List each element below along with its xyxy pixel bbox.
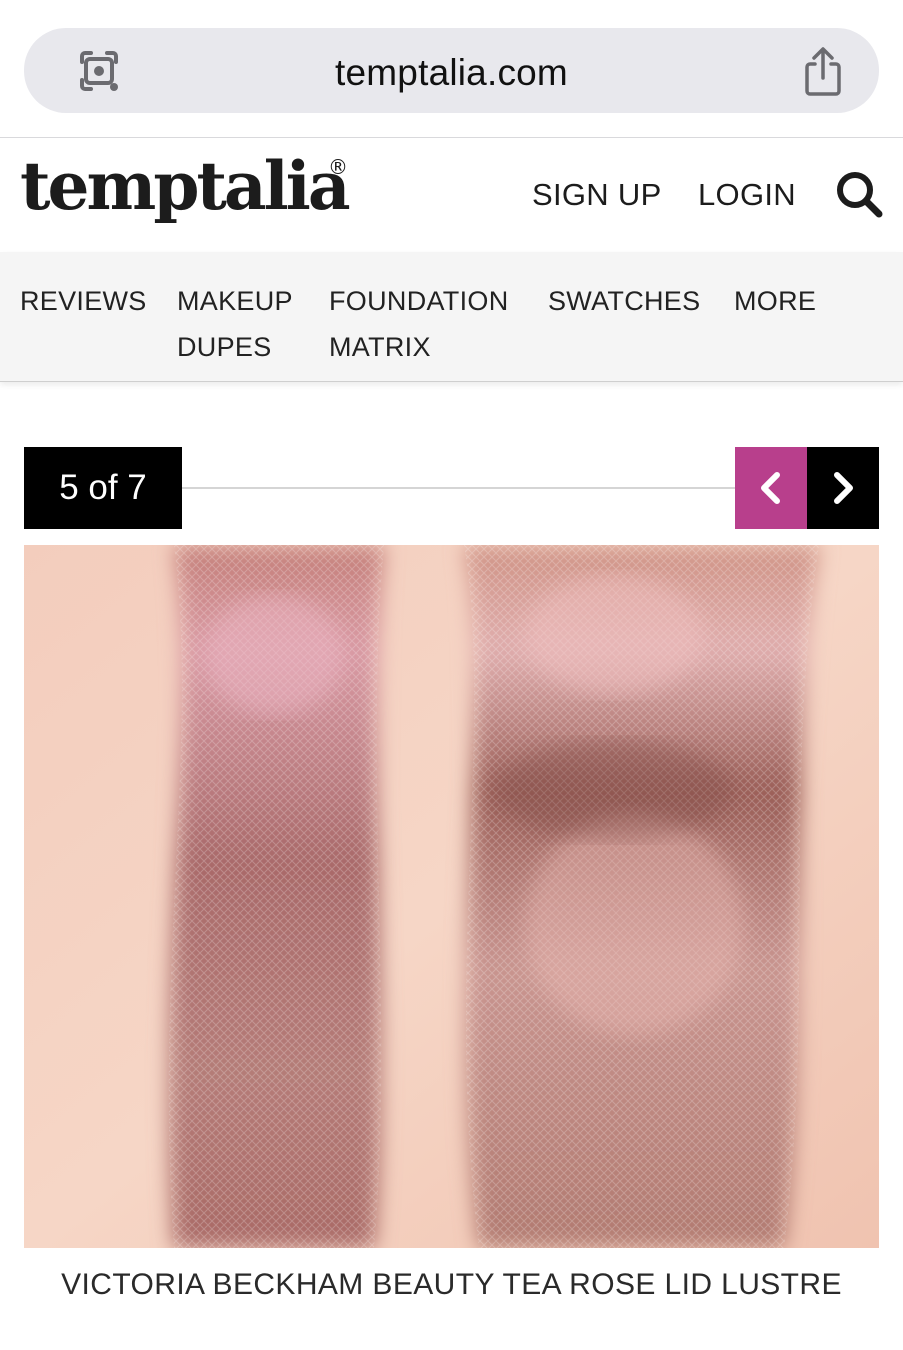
nav-item-label: SWATCHES [548,286,701,316]
gallery-next-button[interactable] [807,447,879,529]
nav-item-label: FOUNDATION [329,286,509,316]
nav-item-more[interactable]: MORE [734,278,816,324]
address-bar[interactable]: temptalia.com [24,28,879,113]
nav-item-label: MORE [734,286,817,316]
gallery-divider [182,487,736,489]
sign-up-link[interactable]: SIGN UP [532,177,662,213]
browser-toolbar: temptalia.com [0,0,903,138]
share-icon[interactable] [801,46,845,98]
swatch-photo[interactable] [24,545,879,1248]
gallery-counter: 5 of 7 [24,447,182,529]
nav-item-reviews[interactable]: REVIEWS [20,278,147,324]
nav-item-makeup-dupes[interactable]: MAKEUP DUPES [177,278,293,370]
site-logo[interactable]: temptalia [20,147,351,225]
nav-item-swatches[interactable]: SWATCHES [548,278,700,324]
search-icon[interactable] [834,169,884,219]
nav-item-label-line2: DUPES [177,332,272,362]
url-text[interactable]: temptalia.com [24,52,879,94]
nav-item-label: REVIEWS [20,286,147,316]
main-nav: REVIEWS MAKEUP DUPES FOUNDATION MATRIX S… [0,252,903,382]
gallery-prev-button[interactable] [735,447,807,529]
partially-hidden-icon-row [40,384,400,392]
photo-caption: VICTORIA BECKHAM BEAUTY TEA ROSE LID LUS… [61,1268,842,1301]
nav-item-label-line2: MATRIX [329,332,431,362]
registered-mark: ® [328,155,348,179]
nav-item-label: MAKEUP [177,286,293,316]
login-link[interactable]: LOGIN [698,177,796,213]
nav-item-foundation-matrix[interactable]: FOUNDATION MATRIX [329,278,509,370]
site-header: temptalia ® SIGN UP LOGIN [0,139,903,252]
